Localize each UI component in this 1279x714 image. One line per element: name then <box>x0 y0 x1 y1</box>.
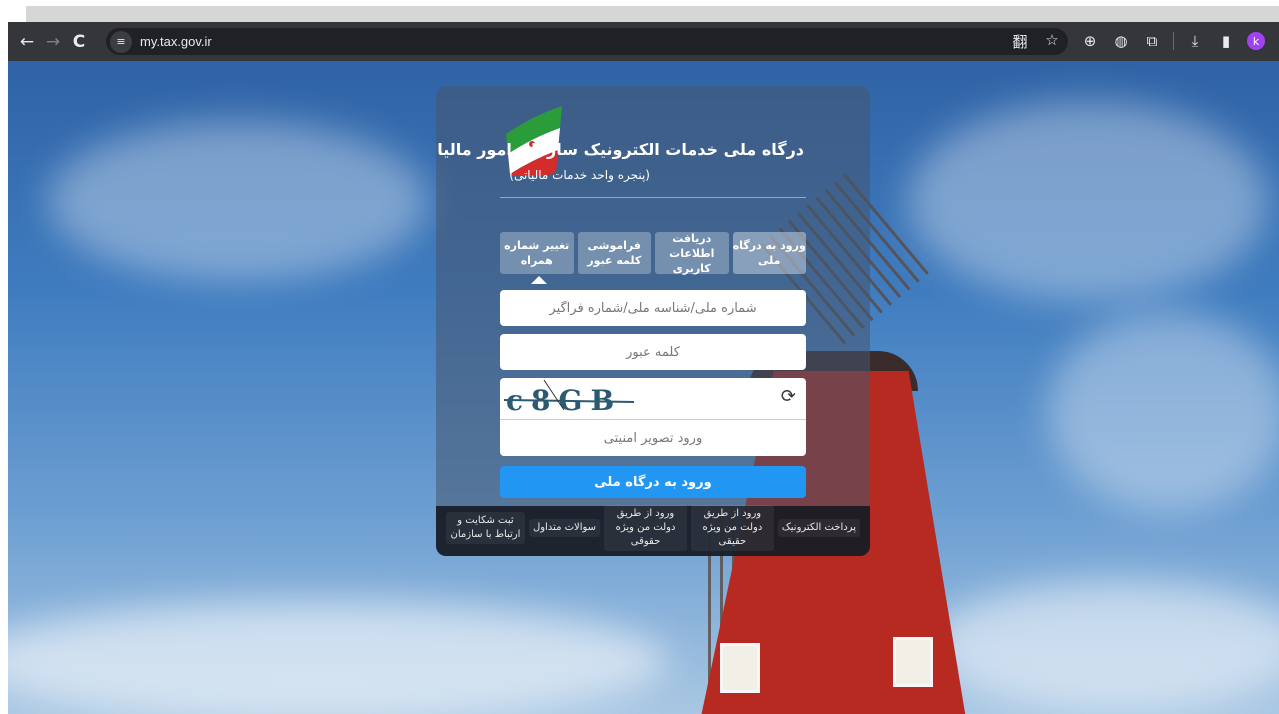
address-bar[interactable]: ≡ my.tax.gov.ir 翻 ☆ <box>106 28 1068 55</box>
toolbar-separator <box>1173 32 1174 50</box>
footer-link-mygov-legal[interactable]: ورود از طریق دولت من ویژه حقوقی <box>604 505 687 551</box>
reload-icon[interactable]: C <box>66 29 92 55</box>
forward-icon[interactable]: → <box>40 29 66 55</box>
back-icon[interactable]: ← <box>14 29 40 55</box>
login-card: درگاه ملی خدمات الکترونیک سازمان امور ما… <box>436 86 870 556</box>
profile-avatar[interactable]: k <box>1247 32 1265 50</box>
captcha-area: c8GB ⟳ <box>500 378 806 420</box>
browser-toolbar: ← → C ≡ my.tax.gov.ir 翻 ☆ ⊕ ◍ ⧉ ⤓ ▮ k <box>8 22 1279 61</box>
extension-shield-icon[interactable]: ◍ <box>1111 28 1131 54</box>
download-icon[interactable]: ⤓ <box>1185 28 1205 54</box>
captcha-image: c8GB <box>504 380 634 416</box>
login-button[interactable]: ورود به درگاه ملی <box>500 466 806 498</box>
footer-links: پرداخت الکترونیک ورود از طریق دولت من وی… <box>446 505 860 551</box>
side-panel-icon[interactable]: ▮ <box>1216 28 1236 54</box>
site-info-icon[interactable]: ≡ <box>110 30 132 53</box>
tab-strip <box>26 6 1279 22</box>
url-text[interactable]: my.tax.gov.ir <box>140 34 212 49</box>
translate-icon[interactable]: 翻 <box>1010 31 1030 52</box>
tab-change-mobile[interactable]: تغییر شماره همراه <box>500 232 574 274</box>
tab-national-login[interactable]: ورود به درگاه ملی <box>732 232 806 274</box>
portal-subtitle: (پنجره واحد خدمات مالیاتی) <box>509 168 650 182</box>
footer-link-faq[interactable]: سوالات متداول <box>528 519 601 537</box>
tab-get-user-info[interactable]: دریافت اطلاعات کاربری <box>655 232 729 275</box>
extensions-puzzle-icon[interactable]: ⧉ <box>1142 28 1162 54</box>
captcha-refresh-icon[interactable]: ⟳ <box>781 386 796 407</box>
window-top-strip <box>0 0 1279 22</box>
footer-link-mygov-real[interactable]: ورود از طریق دولت من ویژه حقیقی <box>690 505 774 551</box>
footer-link-e-payment[interactable]: پرداخت الکترونیک <box>777 519 860 537</box>
portal-title: درگاه ملی خدمات الکترونیک سازمان امور ما… <box>436 140 804 159</box>
captcha-input[interactable] <box>500 420 806 456</box>
windmill-window <box>893 637 933 687</box>
divider <box>500 197 806 198</box>
national-id-input[interactable] <box>500 290 806 326</box>
bookmark-star-icon[interactable]: ☆ <box>1042 31 1062 52</box>
tab-forgot-password[interactable]: فراموشی کلمه عبور <box>577 232 651 274</box>
password-input[interactable] <box>500 334 806 370</box>
login-tabs: ورود به درگاه ملی دریافت اطلاعات کاربری … <box>500 232 806 275</box>
extension-plus-icon[interactable]: ⊕ <box>1080 28 1100 54</box>
windmill-window <box>720 643 760 693</box>
footer-link-complaint[interactable]: ثبت شکایت و ارتباط با سازمان <box>446 512 525 544</box>
active-tab-pointer <box>531 276 547 284</box>
